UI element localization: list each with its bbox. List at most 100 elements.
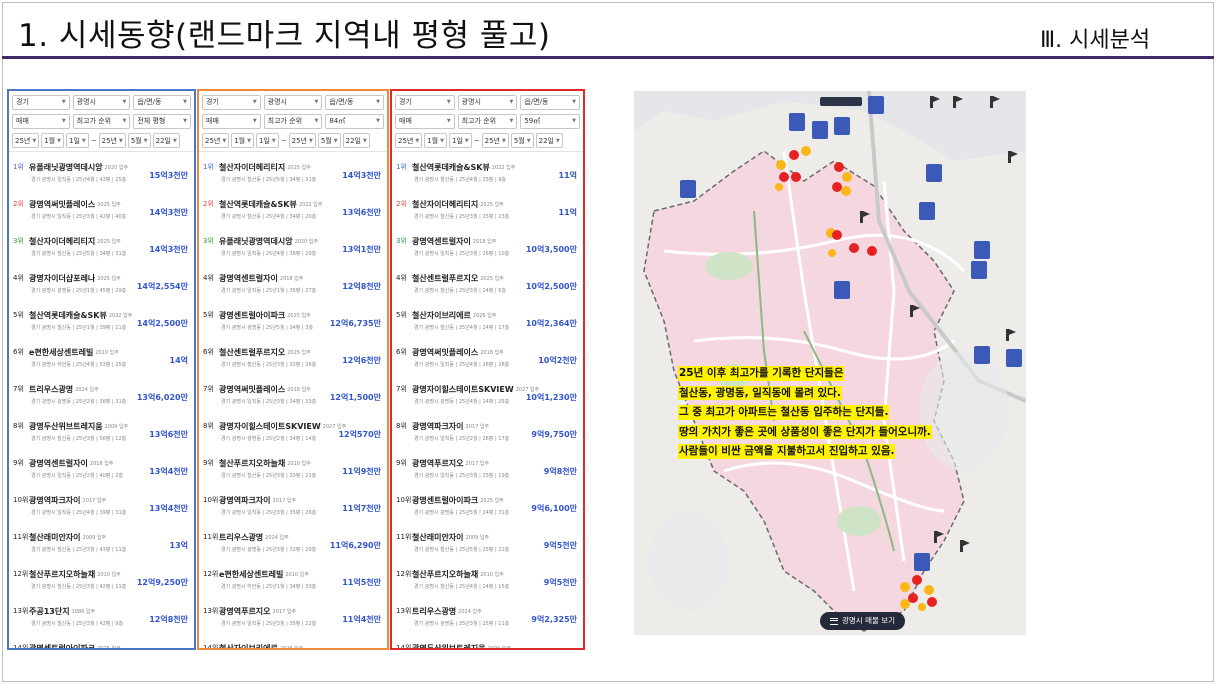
start-day-select[interactable]: 1일 ▼ <box>255 133 279 148</box>
ranking-row[interactable]: 6위 광명역써밋플레이스 2018 입주 경기 광명시 일직동 | 25년4월 … <box>392 345 583 379</box>
ranking-row[interactable]: 12위 철산푸르지오하늘채 2010 입주 경기 광명시 철산동 | 25년4월… <box>392 567 583 601</box>
city-select[interactable]: 광명시 ▼ <box>72 95 131 110</box>
chevron-down-icon: ▼ <box>247 137 251 144</box>
ranking-row[interactable]: 8위 광명자이힐스테이트SKVIEW 2027 입주 경기 광명시 광명동 | … <box>199 419 387 453</box>
end-year-select[interactable]: 25년 ▼ <box>481 133 509 148</box>
ranking-row[interactable]: 1위 철산자이더헤리티지 2025 입주 경기 광명시 철산동 | 25년5월 … <box>199 160 387 194</box>
complex-name: 철산역롯데캐슬&SK뷰 <box>219 199 297 209</box>
ranking-row[interactable]: 12위 e편한세상센트레빌 2010 입주 경기 광명시 하안동 | 25년1월… <box>199 567 387 601</box>
end-day-select[interactable]: 22일 ▼ <box>342 133 370 148</box>
city-select[interactable]: 광명시 ▼ <box>263 95 323 110</box>
ranking-row[interactable]: 3위 광명역센트럴자이 2018 입주 경기 광명시 일직동 | 25년3월 |… <box>392 234 583 268</box>
end-month-select[interactable]: 5월 ▼ <box>317 133 341 148</box>
ranking-row[interactable]: 7위 광명자이힐스테이트SKVIEW 2027 입주 경기 광명시 광명동 | … <box>392 382 583 416</box>
dong-select[interactable]: 읍/면/동 ▼ <box>520 95 581 110</box>
start-year-select[interactable]: 25년 ▼ <box>202 133 230 148</box>
deal-price: 11억 <box>558 208 578 217</box>
start-year-select[interactable]: 25년 ▼ <box>395 133 423 148</box>
view-listings-label: 광명시 매물 보기 <box>842 616 896 625</box>
start-month-select[interactable]: 1월 ▼ <box>424 133 447 148</box>
ranking-row[interactable]: 8위 광명두산위브트레지움 2009 입주 경기 광명시 철산동 | 25년3월… <box>9 419 194 453</box>
ranking-row[interactable]: 13위 주공13단지 1986 입주 경기 광명시 철산동 | 25년3월 | … <box>9 604 194 638</box>
rank-label: 13위 <box>396 607 412 615</box>
size-select[interactable]: 전체 평형 ▼ <box>133 114 192 129</box>
ranking-row[interactable]: 7위 트리우스광명 2024 입주 경기 광명시 광명동 | 25년2월 | 3… <box>9 382 194 416</box>
ranking-row[interactable]: 9위 철산푸르지오하늘채 2010 입주 경기 광명시 철산동 | 25년3월 … <box>199 456 387 490</box>
region-select[interactable]: 경기 ▼ <box>395 95 455 110</box>
chevron-down-icon: ▼ <box>122 118 127 124</box>
ranking-row[interactable]: 9위 광명역푸르지오 2017 입주 경기 광명시 일직동 | 25년3월 | … <box>392 456 583 490</box>
move-in-year: 2017 입주 <box>272 608 297 615</box>
complex-name: 철산푸르지오하늘채 <box>412 569 479 579</box>
ranking-row[interactable]: 14위 철산자이브리에르 2026 입주 경기 광명시 철산동 | 25년3월 … <box>199 641 387 649</box>
end-day-select[interactable]: 22일 ▼ <box>152 133 180 148</box>
end-month-select[interactable]: 5월 ▼ <box>127 133 151 148</box>
start-month-select[interactable]: 1월 ▼ <box>231 133 254 148</box>
rank-label: 3위 <box>13 237 24 245</box>
ranking-row[interactable]: 8위 광명역파크자이 2017 입주 경기 광명시 일직동 | 25년2월 | … <box>392 419 583 453</box>
ranking-row[interactable]: 3위 유플래닛광명역데시앙 2020 입주 경기 광명시 일직동 | 25년4월… <box>199 234 387 268</box>
ranking-row[interactable]: 2위 철산자이더헤리티지 2025 입주 경기 광명시 철산동 | 25년3월 … <box>392 197 583 231</box>
ranking-row[interactable]: 10위 광명센트럴아이파크 2025 입주 경기 광명시 광명동 | 25년5월… <box>392 493 583 527</box>
ranking-row[interactable]: 1위 철산역롯데캐슬&SK뷰 2022 입주 경기 광명시 철산동 | 25년4… <box>392 160 583 194</box>
ranking-row[interactable]: 2위 광명역써밋플레이스 2025 입주 경기 광명시 일직동 | 25년3월 … <box>9 197 194 231</box>
rank-label: 1위 <box>396 163 407 171</box>
region-select[interactable]: 경기 ▼ <box>12 95 70 110</box>
view-listings-button[interactable]: 광명시 매물 보기 <box>820 612 906 630</box>
ranking-row[interactable]: 10위 광명역파크자이 2017 입주 경기 광명시 일직동 | 25년3월 |… <box>199 493 387 527</box>
ranking-row[interactable]: 7위 광명역써밋플레이스 2018 입주 경기 광명시 일직동 | 25년3월 … <box>199 382 387 416</box>
start-year-select[interactable]: 25년 ▼ <box>12 133 40 148</box>
ranking-row[interactable]: 3위 철산자이더헤리티지 2025 입주 경기 광명시 철산동 | 25년5월 … <box>9 234 194 268</box>
complex-name: 광명역푸르지오 <box>219 606 271 616</box>
ranking-row[interactable]: 13위 트리우스광명 2024 입주 경기 광명시 광명동 | 25년3월 | … <box>392 604 583 638</box>
size-select[interactable]: 59㎡ ▼ <box>520 114 581 129</box>
end-year-select[interactable]: 25년 ▼ <box>288 133 316 148</box>
region-select[interactable]: 경기 ▼ <box>202 95 261 110</box>
deal-price: 11억 <box>558 171 578 180</box>
ranking-row[interactable]: 5위 철산자이브리에르 2026 입주 경기 광명시 철산동 | 25년4월 |… <box>392 308 583 342</box>
ranking-row[interactable]: 2위 철산역롯데캐슬&SK뷰 2022 입주 경기 광명시 철산동 | 25년4… <box>199 197 387 231</box>
ranking-row[interactable]: 5위 광명센트럴아이파크 2025 입주 경기 광명시 광명동 | 25년5월 … <box>199 308 387 342</box>
complex-name: 광명역푸르지오 <box>412 458 464 468</box>
end-year-select[interactable]: 25년 ▼ <box>98 133 126 148</box>
trade-type-select[interactable]: 매매 ▼ <box>202 114 261 129</box>
deal-price: 14억3천만 <box>342 171 381 180</box>
trade-type-select[interactable]: 매매 ▼ <box>395 114 455 129</box>
ranking-row[interactable]: 12위 철산푸르지오하늘채 2010 입주 경기 광명시 철산동 | 25년3월… <box>9 567 194 601</box>
ranking-row[interactable]: 4위 철산센트럴푸르지오 2025 입주 경기 광명시 철산동 | 25년3월 … <box>392 271 583 305</box>
end-day-select[interactable]: 22일 ▼ <box>535 133 563 148</box>
ranking-row[interactable]: 11위 트리우스광명 2024 입주 경기 광명시 광명동 | 25년3월 | … <box>199 530 387 564</box>
chevron-down-icon: ▼ <box>183 99 188 105</box>
complex-name: 광명센트럴아이파크 <box>412 495 479 505</box>
dong-select[interactable]: 읍/면/동 ▼ <box>133 95 192 110</box>
sort-select[interactable]: 최고가 순위 ▼ <box>263 114 323 129</box>
ranking-row[interactable]: 9위 광명역센트럴자이 2018 입주 경기 광명시 일직동 | 25년2월 |… <box>9 456 194 490</box>
dong-select[interactable]: 읍/면/동 ▼ <box>325 95 385 110</box>
ranking-row[interactable]: 11위 철산래미안자이 2009 입주 경기 광명시 철산동 | 25년5월 |… <box>392 530 583 564</box>
trade-type-select[interactable]: 매매 ▼ <box>12 114 70 129</box>
sort-select[interactable]: 최고가 순위 ▼ <box>72 114 131 129</box>
start-month-select[interactable]: 1월 ▼ <box>41 133 64 148</box>
deal-price: 14억 <box>169 356 189 365</box>
city-select[interactable]: 광명시 ▼ <box>457 95 518 110</box>
sort-select[interactable]: 최고가 순위 ▼ <box>457 114 518 129</box>
start-day-select[interactable]: 1일 ▼ <box>448 133 472 148</box>
ranking-row[interactable]: 11위 철산래미안자이 2009 입주 경기 광명시 철산동 | 25년3월 |… <box>9 530 194 564</box>
size-select[interactable]: 84㎡ ▼ <box>325 114 385 129</box>
ranking-row[interactable]: 14위 광명두산위브트레지움 2009 입주 경기 광명시 철산동 | 25년2… <box>392 641 583 649</box>
start-day-select[interactable]: 1일 ▼ <box>65 133 89 148</box>
ranking-row[interactable]: 1위 유플래닛광명역데시앙 2020 입주 경기 광명시 일직동 | 25년4월… <box>9 160 194 194</box>
deal-price: 14억2,554만 <box>136 282 188 291</box>
rank-label: 4위 <box>203 274 214 282</box>
ranking-row[interactable]: 13위 광명역푸르지오 2017 입주 경기 광명시 일직동 | 25년3월 |… <box>199 604 387 638</box>
ranking-row[interactable]: 4위 광명자이더샵포레나 2025 입주 경기 광명시 광명동 | 25년1월 … <box>9 271 194 305</box>
ranking-row[interactable]: 4위 광명역센트럴자이 2018 입주 경기 광명시 일직동 | 25년1월 |… <box>199 271 387 305</box>
ranking-row[interactable]: 5위 철산역롯데캐슬&SK뷰 2022 입주 경기 광명시 철산동 | 25년1… <box>9 308 194 342</box>
ranking-row[interactable]: 14위 광명센트럴아이파크 2025 입주 경기 광명시 광명동 | 25년5월… <box>9 641 194 649</box>
ranking-row[interactable]: 10위 광명역파크자이 2017 입주 경기 광명시 일직동 | 25년4월 |… <box>9 493 194 527</box>
rank-label: 5위 <box>13 311 24 319</box>
ranking-row[interactable]: 6위 e편한세상센트레빌 2010 입주 경기 광명시 하안동 | 25년4월 … <box>9 345 194 379</box>
end-month-select[interactable]: 5월 ▼ <box>510 133 534 148</box>
ranking-row[interactable]: 6위 철산센트럴푸르지오 2025 입주 경기 광명시 철산동 | 25년3월 … <box>199 345 387 379</box>
deal-price: 9억5천만 <box>543 578 577 587</box>
